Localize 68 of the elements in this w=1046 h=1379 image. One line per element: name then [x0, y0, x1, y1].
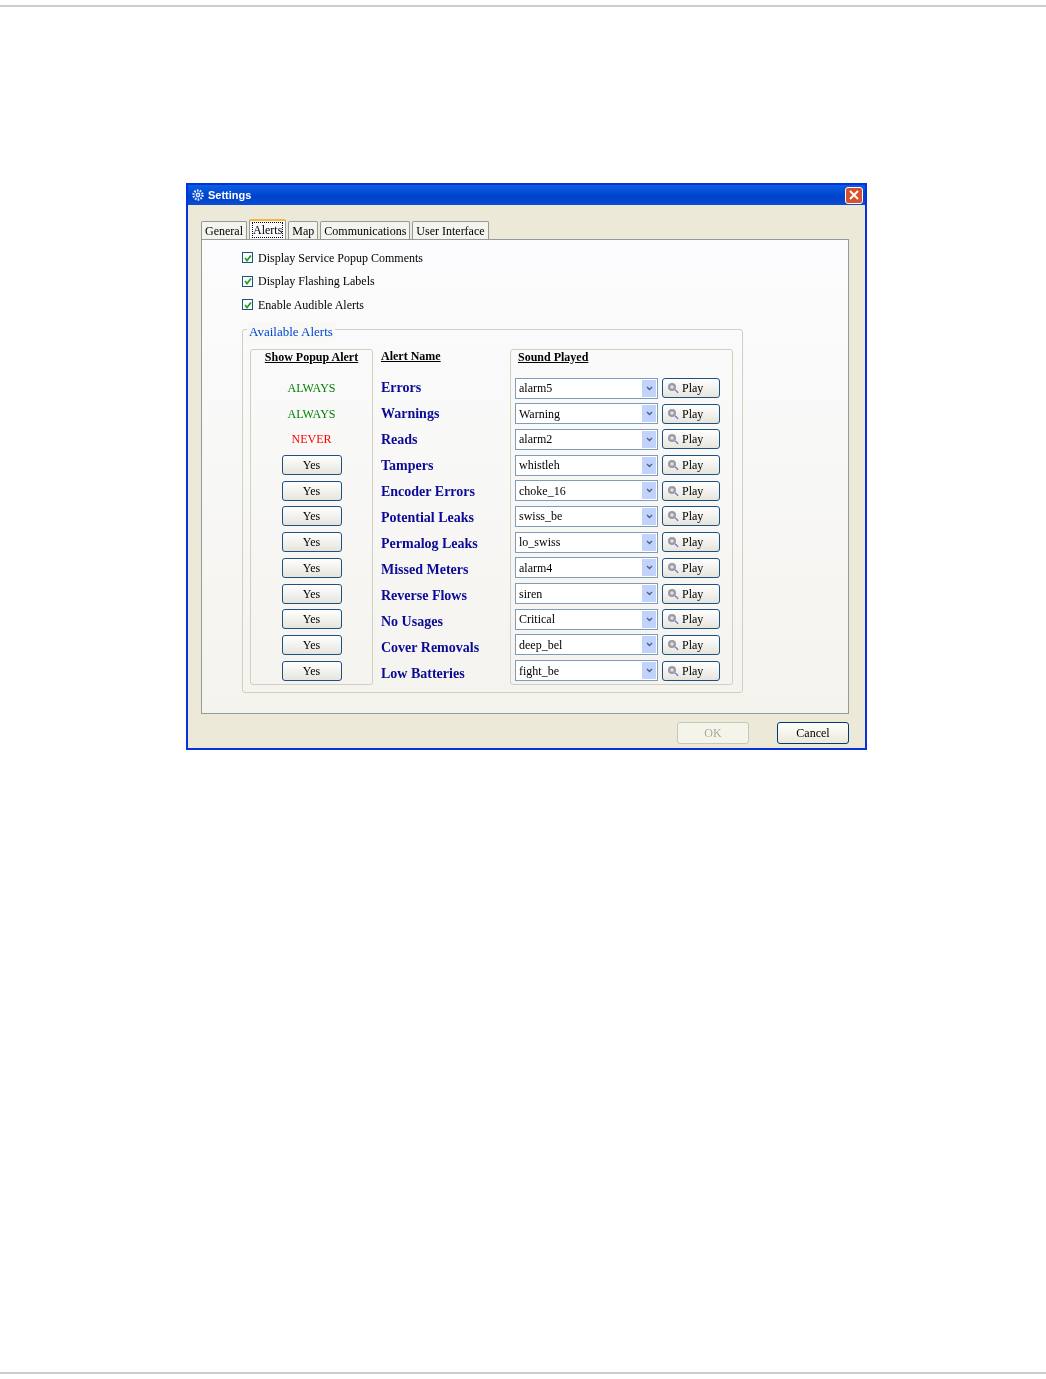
alert-name: Low Batteries	[381, 665, 465, 683]
sound-dropdown[interactable]: lo_swiss	[515, 531, 658, 553]
sound-dropdown[interactable]: Critical	[515, 608, 658, 630]
sound-dropdown[interactable]: alarm5	[515, 377, 658, 399]
yes-button[interactable]: Yes	[281, 634, 342, 655]
checkbox[interactable]	[242, 275, 253, 287]
window-title: Settings	[208, 187, 252, 203]
yes-button[interactable]: Yes	[281, 583, 342, 604]
yes-button[interactable]: Yes	[281, 660, 342, 681]
checkbox[interactable]	[242, 252, 253, 264]
alert-name: Potential Leaks	[381, 509, 474, 527]
column-header: Show Popup Alert	[264, 349, 359, 366]
sound-dropdown[interactable]: deep_bel	[515, 634, 658, 656]
sound-dropdown[interactable]: alarm2	[515, 428, 658, 450]
sound-dropdown[interactable]: swiss_be	[515, 506, 658, 527]
group-title: Available Alerts	[247, 321, 335, 341]
dialog-button[interactable]: Cancel	[777, 722, 849, 744]
play-button[interactable]: Play	[662, 609, 720, 630]
alert-name: Tampers	[381, 457, 434, 475]
play-button[interactable]: Play	[662, 583, 720, 604]
checkbox-label: Display Flashing Labels	[258, 273, 375, 291]
alert-name: Errors	[381, 379, 422, 397]
alert-name: Missed Meters	[381, 561, 469, 579]
tab[interactable]: Alerts	[249, 219, 287, 239]
alert-name: Cover Removals	[381, 639, 480, 657]
checkbox-label: Display Service Popup Comments	[258, 249, 423, 267]
alert-name: Reads	[381, 431, 418, 449]
play-button[interactable]: Play	[662, 506, 720, 527]
column-header: Sound Played	[517, 349, 590, 366]
tab[interactable]: Communications	[320, 221, 411, 239]
close-icon	[849, 190, 859, 200]
alert-name: Reverse Flows	[381, 587, 467, 605]
play-button[interactable]: Play	[662, 480, 720, 501]
checkbox-label: Enable Audible Alerts	[258, 296, 364, 314]
popup-status: ALWAYS	[287, 405, 336, 423]
play-button[interactable]: Play	[662, 634, 720, 655]
popup-status: NEVER	[291, 431, 332, 449]
yes-button[interactable]: Yes	[281, 609, 342, 630]
gear-icon	[192, 189, 204, 201]
alert-name: Encoder Errors	[381, 483, 475, 501]
alert-name: Warnings	[381, 405, 440, 423]
yes-button[interactable]: Yes	[281, 480, 342, 501]
play-button[interactable]: Play	[662, 403, 720, 424]
tab[interactable]: General	[201, 221, 247, 239]
sound-dropdown[interactable]: Warning	[515, 403, 658, 425]
play-button[interactable]: Play	[662, 455, 720, 476]
alert-name: No Usages	[381, 613, 443, 631]
column-header: Alert Name	[381, 348, 442, 365]
sound-dropdown[interactable]: fight_be	[515, 660, 658, 682]
popup-status: ALWAYS	[287, 380, 336, 398]
play-button[interactable]: Play	[662, 660, 720, 681]
sound-dropdown[interactable]: alarm4	[515, 557, 658, 579]
yes-button[interactable]: Yes	[281, 532, 342, 553]
sound-dropdown[interactable]: choke_16	[515, 480, 658, 502]
play-button[interactable]: Play	[662, 532, 720, 553]
tab[interactable]: Map	[288, 221, 319, 239]
sound-dropdown[interactable]: whistleh	[515, 454, 658, 476]
sound-dropdown[interactable]: siren	[515, 583, 658, 605]
yes-button[interactable]: Yes	[281, 557, 342, 578]
close-button[interactable]	[845, 186, 863, 204]
yes-button[interactable]: Yes	[281, 506, 342, 527]
yes-button[interactable]: Yes	[281, 455, 342, 476]
alert-name: Permalog Leaks	[381, 535, 478, 553]
play-button[interactable]: Play	[662, 378, 720, 399]
checkbox[interactable]	[242, 299, 253, 311]
play-button[interactable]: Play	[662, 557, 720, 578]
play-button[interactable]: Play	[662, 429, 720, 450]
tab[interactable]: User Interface	[412, 221, 489, 239]
